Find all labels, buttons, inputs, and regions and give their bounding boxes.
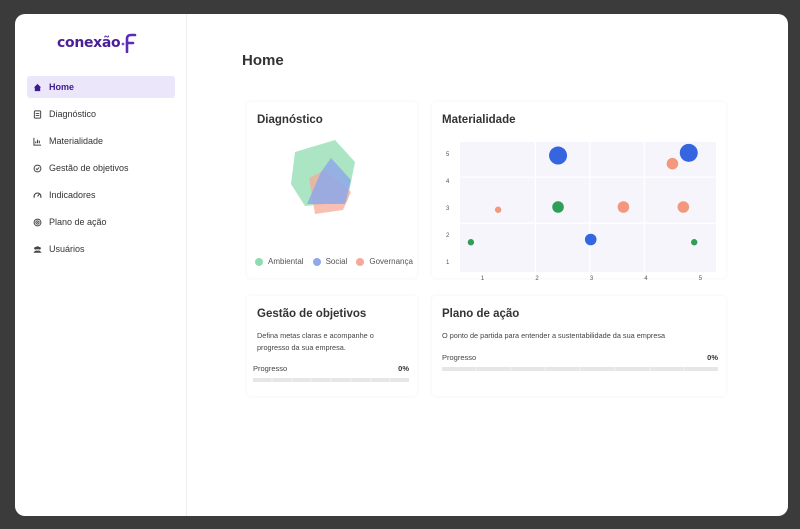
progress-label: Progresso xyxy=(253,364,288,373)
card-title: Gestão de objetivos xyxy=(257,308,367,320)
sidebar-nav: Home Diagnóstico Materialidade Gestão de… xyxy=(27,76,175,265)
target-icon xyxy=(33,164,42,173)
gauge-icon xyxy=(33,191,42,200)
y-tick-label: 5 xyxy=(446,151,450,158)
legend-label: Governança xyxy=(369,257,413,266)
card-description: O ponto de partida para entender a suste… xyxy=(442,331,666,340)
x-tick-label: 3 xyxy=(589,276,594,282)
progress-value: 0% xyxy=(707,353,718,362)
scatter-point[interactable] xyxy=(494,206,502,213)
legend-item-ambiental[interactable]: Ambiental xyxy=(255,257,304,266)
sidebar: conexão Home Diagnóstico Materialidade G… xyxy=(15,14,187,516)
users-icon xyxy=(33,245,42,254)
sidebar-item-home[interactable]: Home xyxy=(27,76,175,98)
legend-dot xyxy=(356,257,365,266)
legend-item-social[interactable]: Social xyxy=(312,257,348,266)
progress-bar xyxy=(253,378,409,382)
x-tick-label: 5 xyxy=(698,276,703,282)
progress-header: Progresso 0% xyxy=(442,353,718,362)
scatter-point[interactable] xyxy=(552,201,564,213)
scatter-point[interactable] xyxy=(617,201,630,213)
scatter-point[interactable] xyxy=(679,143,698,162)
card-title: Plano de ação xyxy=(442,308,520,320)
legend-item-governanca[interactable]: Governança xyxy=(356,257,413,266)
scatter-point[interactable] xyxy=(584,233,597,246)
sidebar-item-label: Diagnóstico xyxy=(49,109,97,119)
card-title: Diagnóstico xyxy=(257,114,323,126)
scatter-point[interactable] xyxy=(549,146,568,165)
sidebar-item-label: Plano de ação xyxy=(49,217,107,227)
legend-dot xyxy=(255,257,263,266)
legend-dot xyxy=(312,257,321,266)
diagnostico-card[interactable]: Diagnóstico Ambiental Social Governança xyxy=(247,102,417,278)
sidebar-item-indicadores[interactable]: Indicadores xyxy=(27,184,175,206)
sidebar-item-label: Usuários xyxy=(49,244,85,254)
legend-label: Social xyxy=(325,257,348,266)
progress-value: 0% xyxy=(398,364,409,373)
card-description: Defina metas claras e acompanhe o progre… xyxy=(257,331,374,352)
brand-mark-icon xyxy=(121,33,137,53)
radar-chart xyxy=(291,140,355,214)
plano-de-acao-card[interactable]: Plano de ação O ponto de partida para en… xyxy=(432,296,726,396)
scatter-point[interactable] xyxy=(467,239,475,246)
chart-icon xyxy=(33,137,42,146)
sidebar-item-label: Indicadores xyxy=(49,190,96,200)
materialidade-card[interactable]: Materialidade 1234512345 xyxy=(432,102,726,282)
chart-legend: Ambiental Social Governança xyxy=(255,257,422,266)
sidebar-item-label: Home xyxy=(49,82,75,92)
sidebar-item-diagnostico[interactable]: Diagnóstico xyxy=(27,103,175,125)
sidebar-item-materialidade[interactable]: Materialidade xyxy=(27,130,175,152)
legend-label: Ambiental xyxy=(268,257,304,266)
x-tick-label: 1 xyxy=(480,276,485,282)
progress-bar xyxy=(442,367,718,371)
home-icon xyxy=(33,83,42,92)
clipboard-icon xyxy=(33,109,42,119)
progress-header: Progresso 0% xyxy=(253,364,409,373)
y-tick-label: 1 xyxy=(446,259,450,266)
sidebar-item-label: Materialidade xyxy=(49,136,104,146)
app-window: conexão Home Diagnóstico Materialidade G… xyxy=(15,14,788,516)
gestao-objetivos-card[interactable]: Gestão de objetivos Defina metas claras … xyxy=(247,296,417,396)
sidebar-item-usuarios[interactable]: Usuários xyxy=(27,238,175,260)
x-tick-label: 2 xyxy=(535,276,539,282)
progress-label: Progresso xyxy=(442,353,477,362)
y-tick-label: 4 xyxy=(446,178,450,185)
y-tick-label: 3 xyxy=(446,205,450,212)
sidebar-item-plano-de-acao[interactable]: Plano de ação xyxy=(27,211,175,233)
scatter-point[interactable] xyxy=(691,239,698,246)
x-tick-label: 4 xyxy=(644,276,648,282)
brand-name: conexão xyxy=(57,35,121,51)
plan-icon xyxy=(33,218,42,227)
page-title: Home xyxy=(242,52,284,69)
scatter-point[interactable] xyxy=(677,201,690,213)
y-tick-label: 2 xyxy=(446,232,450,239)
scatter-chart xyxy=(460,142,716,272)
sidebar-item-label: Gestão de objetivos xyxy=(49,163,129,173)
brand-logo[interactable]: conexão xyxy=(57,32,137,54)
sidebar-item-gestao-de-objetivos[interactable]: Gestão de objetivos xyxy=(27,157,175,179)
scatter-point[interactable] xyxy=(666,157,679,170)
